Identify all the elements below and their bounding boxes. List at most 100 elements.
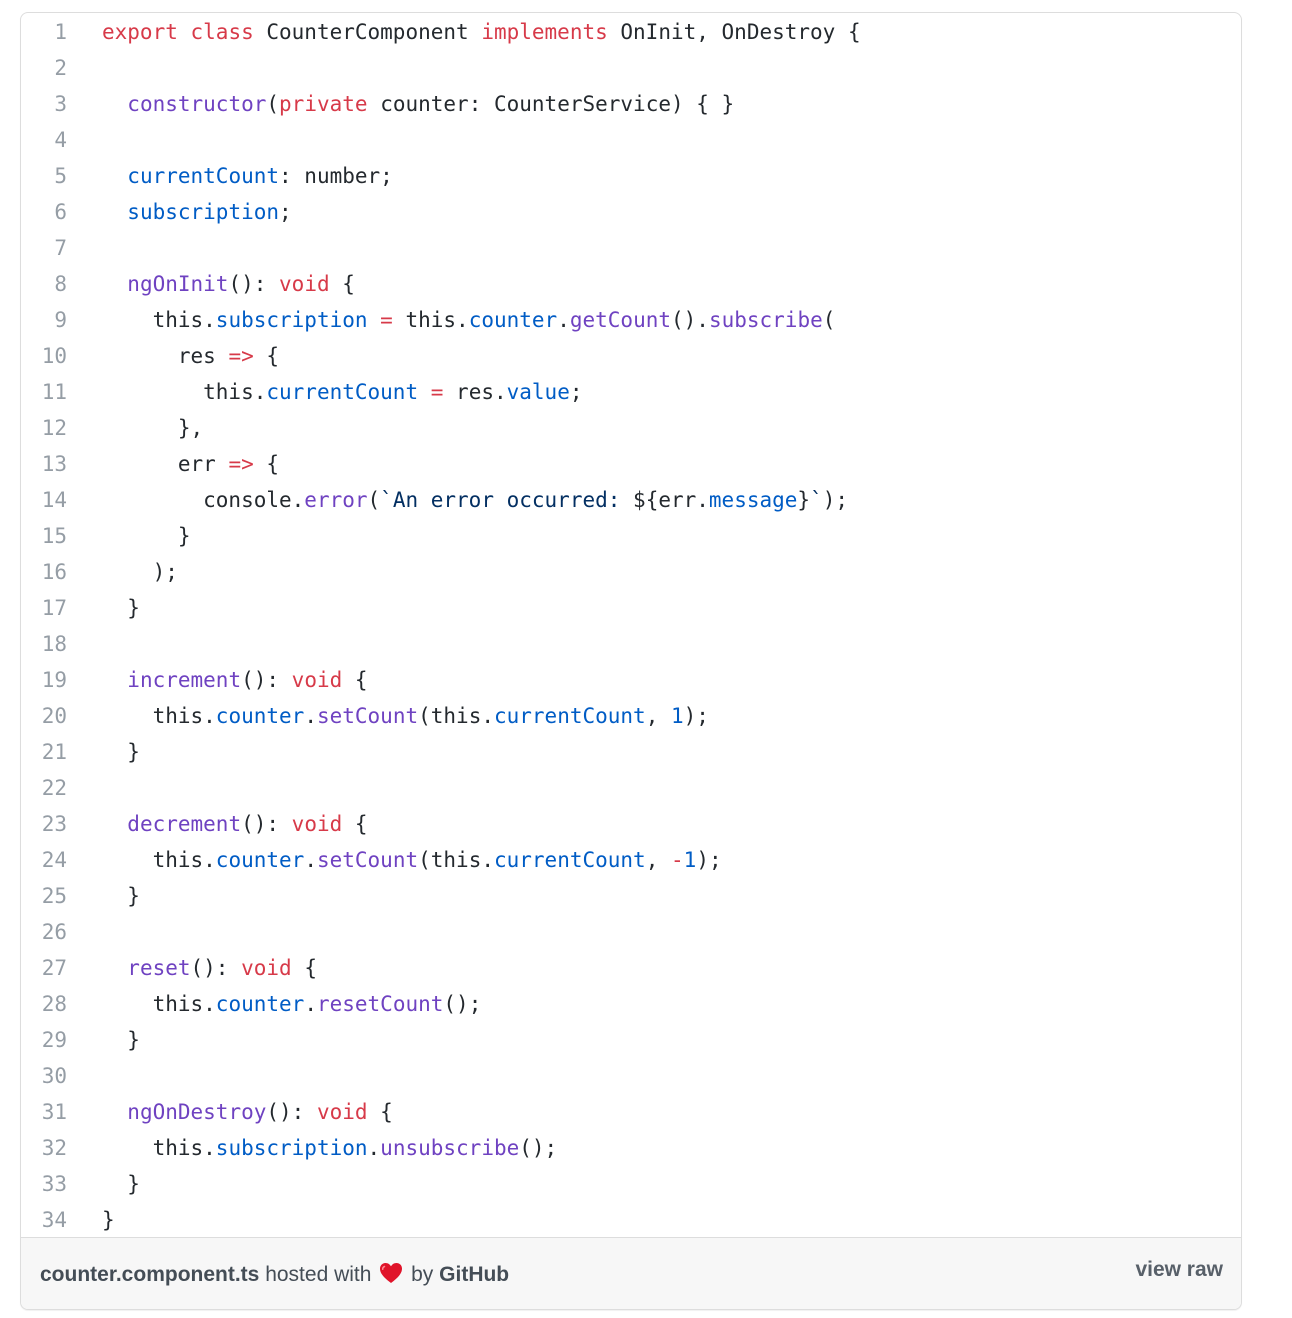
- line-number[interactable]: 34: [21, 1208, 67, 1232]
- code-token: -: [671, 848, 684, 872]
- gist-meta-footer: counter.component.ts hosted with by GitH…: [21, 1237, 1241, 1309]
- line-number[interactable]: 3: [21, 92, 67, 116]
- code-token: =: [430, 380, 444, 404]
- line-number[interactable]: 27: [21, 956, 67, 980]
- code-block: 1 export class CounterComponent implement…: [21, 13, 1241, 1240]
- line-number[interactable]: 19: [21, 668, 67, 692]
- line-number[interactable]: 14: [21, 488, 67, 512]
- code-line: 19 increment(): void {: [21, 662, 1241, 698]
- code-token: this.: [102, 1136, 216, 1160]
- code-token: this.: [102, 308, 216, 332]
- code-token: ():: [241, 668, 292, 692]
- line-number[interactable]: 2: [21, 56, 67, 80]
- line-code: decrement(): void {: [67, 812, 1241, 836]
- code-token: ${err.: [633, 488, 709, 512]
- code-line: 24 this.counter.setCount(this.currentCou…: [21, 842, 1241, 878]
- line-number[interactable]: 10: [21, 344, 67, 368]
- line-number[interactable]: 16: [21, 560, 67, 584]
- line-number[interactable]: 1: [21, 20, 67, 44]
- line-number[interactable]: 28: [21, 992, 67, 1016]
- line-number[interactable]: 8: [21, 272, 67, 296]
- code-token: export: [102, 20, 178, 44]
- code-line: 20 this.counter.setCount(this.currentCou…: [21, 698, 1241, 734]
- line-number[interactable]: 5: [21, 164, 67, 188]
- code-line: 6 subscription;: [21, 194, 1241, 230]
- line-code: console.error(`An error occurred: ${err.…: [67, 488, 1241, 512]
- code-line: 26: [21, 914, 1241, 950]
- line-number[interactable]: 11: [21, 380, 67, 404]
- code-token: {: [342, 812, 368, 836]
- code-token: res.: [443, 380, 507, 404]
- line-number[interactable]: 33: [21, 1172, 67, 1196]
- code-token: ,: [645, 848, 671, 872]
- line-number[interactable]: 6: [21, 200, 67, 224]
- line-code: err => {: [67, 452, 1241, 476]
- code-line: 11 this.currentCount = res.value;: [21, 374, 1241, 410]
- code-token: currentCount: [127, 164, 280, 188]
- line-code: this.counter.resetCount();: [67, 992, 1241, 1016]
- code-line: 13 err => {: [21, 446, 1241, 482]
- line-number[interactable]: 30: [21, 1064, 67, 1088]
- code-token: subscribe: [708, 308, 823, 332]
- line-number[interactable]: 26: [21, 920, 67, 944]
- line-number[interactable]: 31: [21, 1100, 67, 1124]
- line-number[interactable]: 24: [21, 848, 67, 872]
- line-code: }: [67, 740, 1241, 764]
- code-line: 2: [21, 50, 1241, 86]
- code-line: 23 decrement(): void {: [21, 806, 1241, 842]
- gist-filename-link[interactable]: counter.component.ts: [40, 1263, 259, 1286]
- code-token: },: [102, 416, 204, 440]
- line-number[interactable]: 18: [21, 632, 67, 656]
- line-number[interactable]: 29: [21, 1028, 67, 1052]
- code-token: }: [102, 596, 140, 620]
- code-line: 8 ngOnInit(): void {: [21, 266, 1241, 302]
- line-number[interactable]: 32: [21, 1136, 67, 1160]
- code-line: 3 constructor(private counter: CounterSe…: [21, 86, 1241, 122]
- code-line: 16 );: [21, 554, 1241, 590]
- line-number[interactable]: 22: [21, 776, 67, 800]
- line-number[interactable]: 13: [21, 452, 67, 476]
- code-token: 1: [671, 704, 684, 728]
- line-number[interactable]: 20: [21, 704, 67, 728]
- line-number[interactable]: 9: [21, 308, 67, 332]
- line-number[interactable]: 21: [21, 740, 67, 764]
- github-link[interactable]: GitHub: [439, 1263, 509, 1286]
- code-token: res: [102, 344, 229, 368]
- line-number[interactable]: 23: [21, 812, 67, 836]
- line-code: this.subscription.unsubscribe();: [67, 1136, 1241, 1160]
- line-number[interactable]: 7: [21, 236, 67, 260]
- code-line: 27 reset(): void {: [21, 950, 1241, 986]
- code-token: unsubscribe: [380, 1136, 520, 1160]
- code-line: 5 currentCount: number;: [21, 158, 1241, 194]
- line-number[interactable]: 25: [21, 884, 67, 908]
- code-token: setCount: [316, 848, 419, 872]
- code-token: void: [279, 272, 330, 296]
- line-number[interactable]: 17: [21, 596, 67, 620]
- line-code: ngOnDestroy(): void {: [67, 1100, 1241, 1124]
- line-number[interactable]: 12: [21, 416, 67, 440]
- view-raw-link[interactable]: view raw: [1135, 1258, 1223, 1282]
- code-line: 28 this.counter.resetCount();: [21, 986, 1241, 1022]
- code-token: ngOnDestroy: [127, 1100, 267, 1124]
- code-token: this.: [392, 308, 469, 332]
- line-code: }: [67, 1208, 1241, 1232]
- code-token: }: [102, 740, 140, 764]
- line-code: },: [67, 416, 1241, 440]
- code-token: constructor: [127, 92, 267, 116]
- code-token: ():: [241, 812, 292, 836]
- code-token: {: [367, 1100, 393, 1124]
- line-code: increment(): void {: [67, 668, 1241, 692]
- code-line: 31 ngOnDestroy(): void {: [21, 1094, 1241, 1130]
- code-token: void: [291, 812, 343, 836]
- code-token: this.: [102, 704, 216, 728]
- line-number[interactable]: 4: [21, 128, 67, 152]
- code-token: .: [367, 1136, 381, 1160]
- line-number[interactable]: 15: [21, 524, 67, 548]
- code-token: =>: [228, 344, 254, 368]
